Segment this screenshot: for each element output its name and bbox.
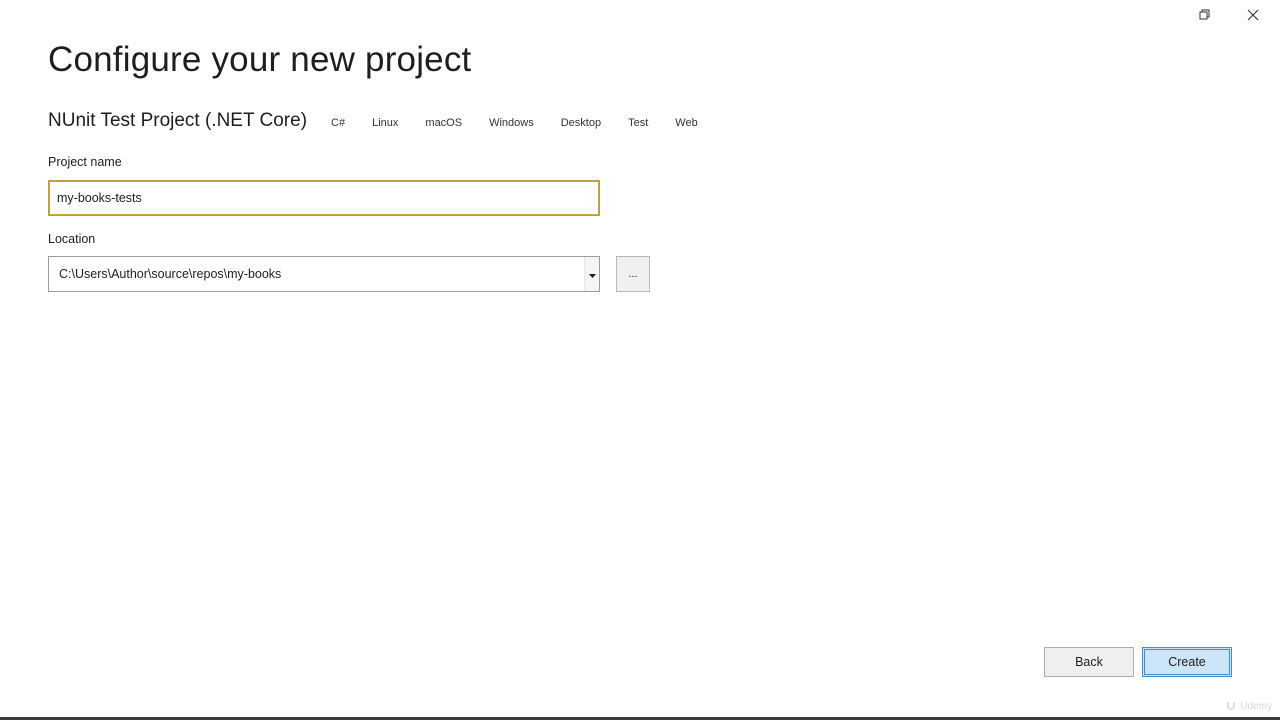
template-tags: C# Linux macOS Windows Desktop Test Web	[331, 117, 698, 129]
create-button[interactable]: Create	[1142, 647, 1232, 677]
tag-linux: Linux	[372, 117, 399, 129]
browse-button[interactable]: ...	[616, 256, 650, 292]
tag-test: Test	[628, 117, 649, 129]
tag-macos: macOS	[425, 117, 463, 129]
udemy-logo-icon	[1225, 699, 1237, 714]
template-name: NUnit Test Project (.NET Core)	[48, 110, 308, 131]
restore-button[interactable]	[1188, 6, 1222, 28]
location-dropdown-button[interactable]	[584, 257, 599, 291]
watermark-text: Udemy	[1240, 701, 1272, 712]
restore-icon	[1199, 8, 1211, 26]
tag-web: Web	[675, 117, 698, 129]
back-button[interactable]: Back	[1044, 647, 1134, 677]
location-value[interactable]: C:\Users\Author\source\repos\my-books	[49, 267, 584, 281]
udemy-watermark: Udemy	[1225, 699, 1272, 714]
configure-project-window: Configure your new project NUnit Test Pr…	[0, 0, 1280, 720]
close-button[interactable]	[1236, 6, 1270, 28]
project-name-input[interactable]	[48, 180, 600, 216]
tag-desktop: Desktop	[560, 117, 602, 129]
template-info: NUnit Test Project (.NET Core) C# Linux …	[48, 110, 698, 132]
location-label: Location	[48, 232, 96, 246]
location-combobox[interactable]: C:\Users\Author\source\repos\my-books	[48, 256, 600, 292]
window-controls	[1188, 6, 1270, 28]
tag-csharp: C#	[331, 117, 346, 129]
close-icon	[1247, 8, 1259, 26]
caret-down-icon	[588, 265, 596, 283]
project-name-label: Project name	[48, 155, 122, 169]
tag-windows: Windows	[489, 117, 534, 129]
page-title: Configure your new project	[48, 40, 472, 79]
